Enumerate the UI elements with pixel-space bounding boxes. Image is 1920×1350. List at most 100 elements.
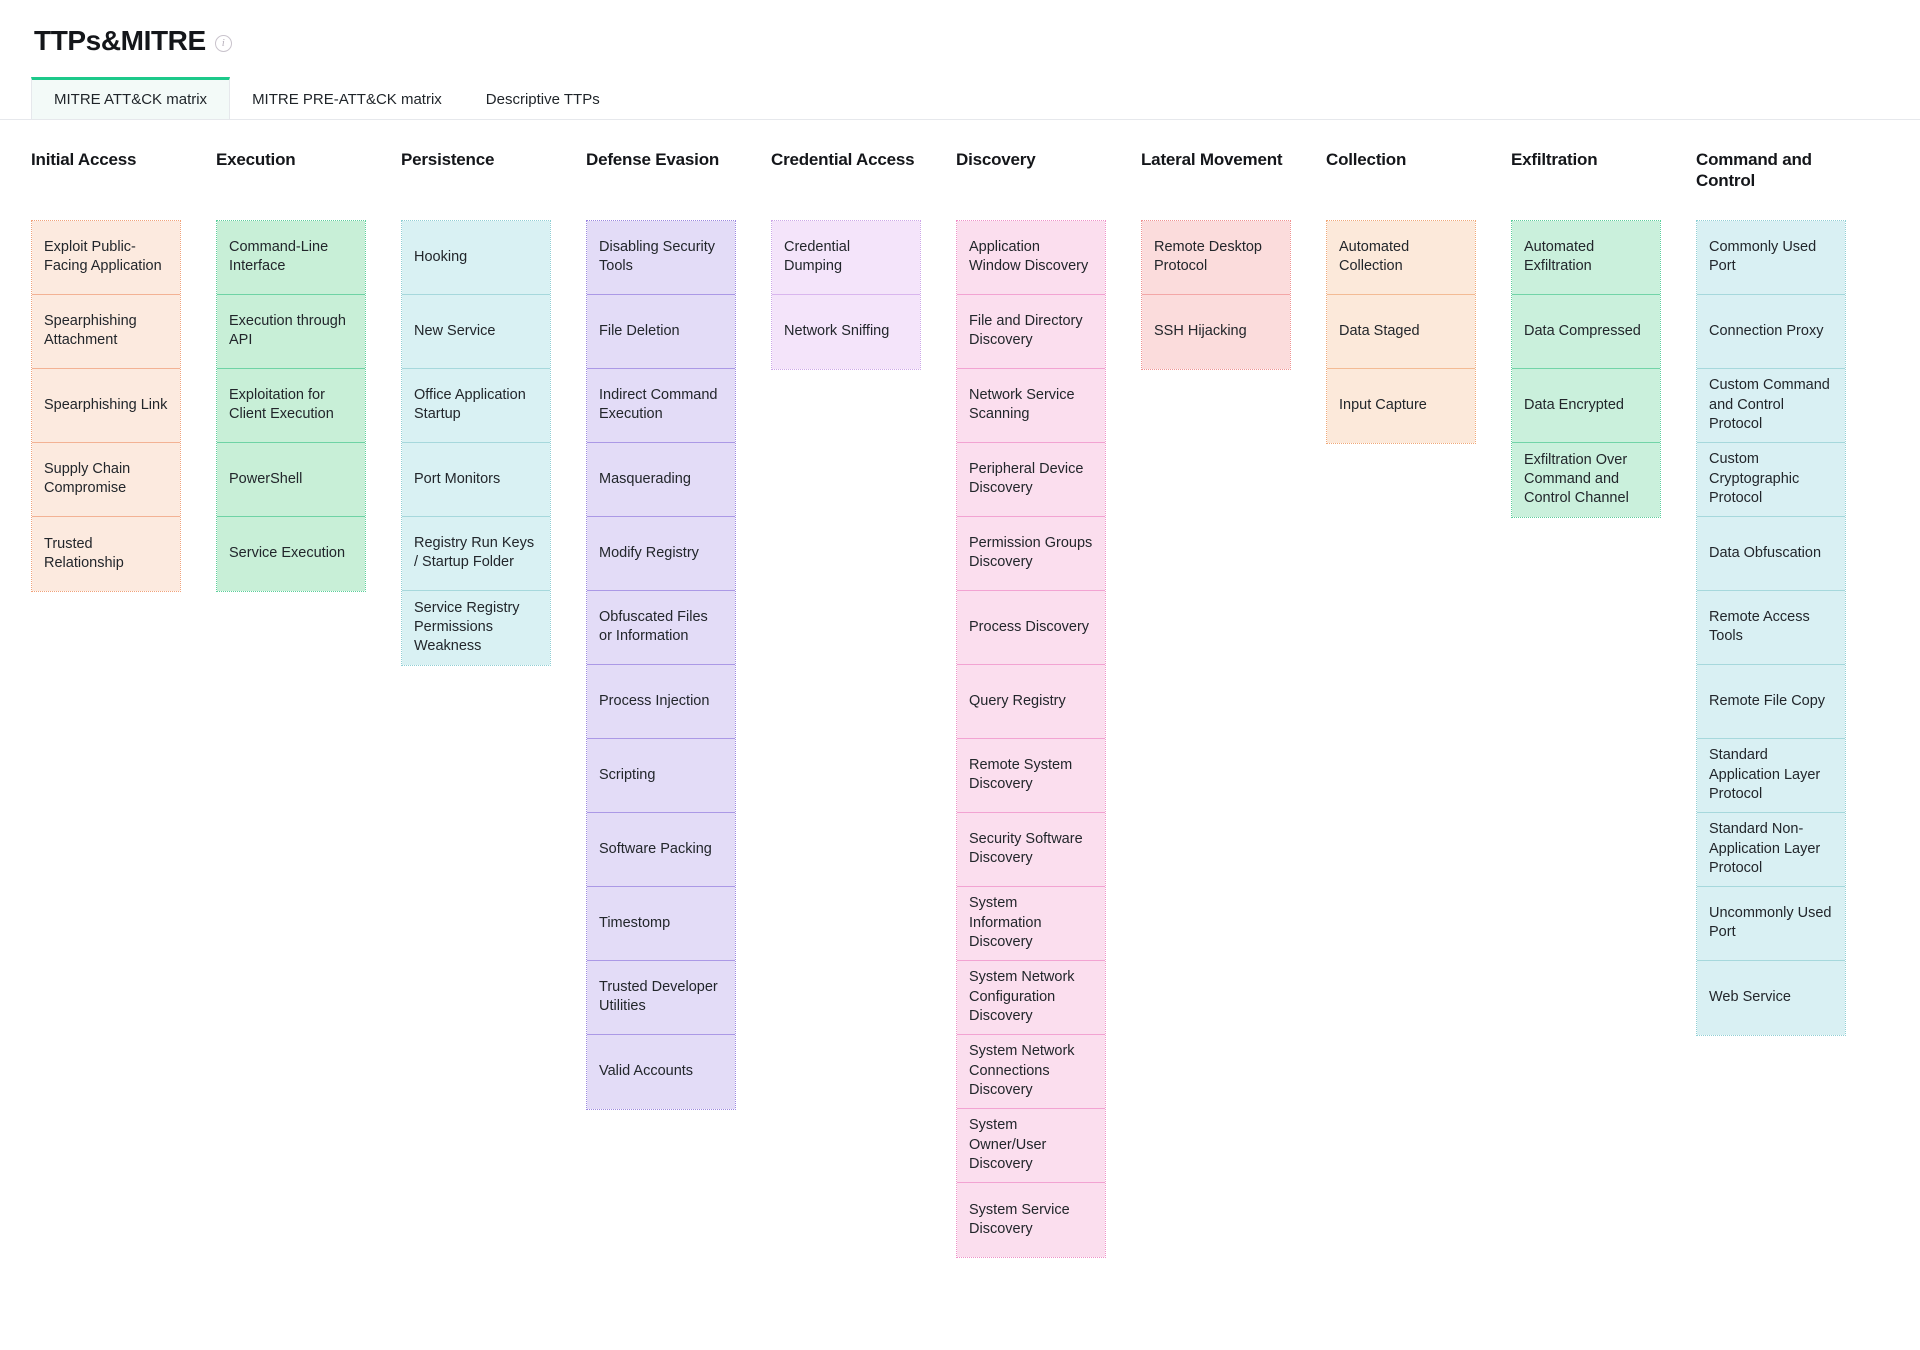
tactic-title-exfiltration: Exfiltration bbox=[1511, 149, 1598, 169]
technique-cell[interactable]: Timestomp bbox=[587, 886, 735, 961]
tab-label: MITRE ATT&CK matrix bbox=[54, 90, 208, 108]
technique-cell[interactable]: Obfuscated Files or Information bbox=[587, 590, 735, 665]
technique-cell[interactable]: Trusted Relationship bbox=[32, 516, 180, 591]
technique-cell[interactable]: Web Service bbox=[1697, 960, 1845, 1035]
technique-list: Automated Collection Data Staged Input Cap… bbox=[1326, 219, 1476, 444]
technique-cell[interactable]: Hooking bbox=[402, 220, 550, 295]
technique-list: Disabling Security Tools File Deletion Ind… bbox=[586, 219, 736, 1110]
technique-cell[interactable]: System Network Configuration Discovery bbox=[957, 960, 1105, 1035]
technique-cell[interactable]: Exploitation for Client Execution bbox=[217, 368, 365, 443]
tactic-column-initial-access: Initial Access Exploit Public-Facing Appl… bbox=[31, 150, 181, 592]
info-circle-icon[interactable]: i bbox=[214, 35, 232, 53]
tactic-column-execution: Execution Command-Line Interface Execution… bbox=[216, 150, 366, 592]
technique-cell[interactable]: Command-Line Interface bbox=[217, 220, 365, 295]
technique-list: Exploit Public-Facing Application Spearph… bbox=[31, 219, 181, 592]
technique-cell[interactable]: Standard Application Layer Protocol bbox=[1697, 738, 1845, 813]
technique-cell[interactable]: Custom Cryptographic Protocol bbox=[1697, 442, 1845, 517]
technique-cell[interactable]: File Deletion bbox=[587, 294, 735, 369]
technique-cell[interactable]: Data Staged bbox=[1327, 294, 1475, 369]
technique-cell[interactable]: Office Application Startup bbox=[402, 368, 550, 443]
page-header: TTPs&MITRE i bbox=[0, 0, 1920, 57]
technique-cell[interactable]: Application Window Discovery bbox=[957, 220, 1105, 295]
technique-cell[interactable]: Registry Run Keys / Startup Folder bbox=[402, 516, 550, 591]
technique-list: Remote Desktop Protocol SSH Hijacking bbox=[1141, 219, 1291, 370]
technique-cell[interactable]: Connection Proxy bbox=[1697, 294, 1845, 369]
technique-cell[interactable]: Modify Registry bbox=[587, 516, 735, 591]
technique-cell[interactable]: Remote Desktop Protocol bbox=[1142, 220, 1290, 295]
technique-cell[interactable]: Process Injection bbox=[587, 664, 735, 739]
tactic-title-initial-access: Initial Access bbox=[31, 149, 137, 169]
technique-cell[interactable]: System Owner/User Discovery bbox=[957, 1108, 1105, 1183]
technique-cell[interactable]: Remote File Copy bbox=[1697, 664, 1845, 739]
technique-cell[interactable]: Input Capture bbox=[1327, 368, 1475, 443]
technique-cell[interactable]: Spearphishing Attachment bbox=[32, 294, 180, 369]
technique-cell[interactable]: Commonly Used Port bbox=[1697, 220, 1845, 295]
technique-cell[interactable]: Disabling Security Tools bbox=[587, 220, 735, 295]
tactic-column-discovery: Discovery Application Window Discovery Fil… bbox=[956, 150, 1106, 1258]
technique-cell[interactable]: New Service bbox=[402, 294, 550, 369]
technique-cell[interactable]: Spearphishing Link bbox=[32, 368, 180, 443]
technique-cell[interactable]: Automated Collection bbox=[1327, 220, 1475, 295]
technique-cell[interactable]: System Service Discovery bbox=[957, 1182, 1105, 1257]
technique-cell[interactable]: Process Discovery bbox=[957, 590, 1105, 665]
technique-cell[interactable]: System Information Discovery bbox=[957, 886, 1105, 961]
page-title: TTPs&MITRE bbox=[34, 25, 206, 56]
technique-cell[interactable]: Data Compressed bbox=[1512, 294, 1660, 369]
tactic-title-command-and-control: Command and Control bbox=[1696, 149, 1812, 190]
technique-cell[interactable]: Uncommonly Used Port bbox=[1697, 886, 1845, 961]
technique-cell[interactable]: System Network Connections Discovery bbox=[957, 1034, 1105, 1109]
technique-cell[interactable]: Peripheral Device Discovery bbox=[957, 442, 1105, 517]
technique-cell[interactable]: Port Monitors bbox=[402, 442, 550, 517]
technique-cell[interactable]: Execution through API bbox=[217, 294, 365, 369]
technique-cell[interactable]: Query Registry bbox=[957, 664, 1105, 739]
technique-cell[interactable]: Exploit Public-Facing Application bbox=[32, 220, 180, 295]
technique-cell[interactable]: Software Packing bbox=[587, 812, 735, 887]
tab-mitre-pre-att-ck-matrix[interactable]: MITRE PRE-ATT&CK matrix bbox=[230, 77, 464, 119]
technique-cell[interactable]: SSH Hijacking bbox=[1142, 294, 1290, 369]
tab-label: MITRE PRE-ATT&CK matrix bbox=[252, 90, 442, 108]
technique-cell[interactable]: Scripting bbox=[587, 738, 735, 813]
tab-mitre-att-ck-matrix[interactable]: MITRE ATT&CK matrix bbox=[31, 76, 231, 119]
technique-list: Application Window Discovery File and Dir… bbox=[956, 219, 1106, 1258]
technique-cell[interactable]: Supply Chain Compromise bbox=[32, 442, 180, 517]
tactic-title-credential-access: Credential Access bbox=[771, 149, 915, 169]
technique-cell[interactable]: Masquerading bbox=[587, 442, 735, 517]
technique-cell[interactable]: Remote Access Tools bbox=[1697, 590, 1845, 665]
technique-cell[interactable]: Automated Exfiltration bbox=[1512, 220, 1660, 295]
technique-list: Command-Line Interface Execution through … bbox=[216, 219, 366, 592]
technique-cell[interactable]: Data Encrypted bbox=[1512, 368, 1660, 443]
technique-cell[interactable]: Network Sniffing bbox=[772, 294, 920, 369]
tactic-column-lateral-movement: Lateral Movement Remote Desktop Protocol S… bbox=[1141, 150, 1291, 370]
tab-label: Descriptive TTPs bbox=[485, 90, 600, 108]
technique-cell[interactable]: File and Directory Discovery bbox=[957, 294, 1105, 369]
tactic-title-execution: Execution bbox=[216, 149, 296, 169]
technique-cell[interactable]: Permission Groups Discovery bbox=[957, 516, 1105, 591]
technique-cell[interactable]: Service Execution bbox=[217, 516, 365, 591]
technique-cell[interactable]: Trusted Developer Utilities bbox=[587, 960, 735, 1035]
tab-bar: MITRE ATT&CK matrix MITRE PRE-ATT&CK matr… bbox=[0, 76, 1920, 120]
technique-cell[interactable]: Credential Dumping bbox=[772, 220, 920, 295]
tactic-column-exfiltration: Exfiltration Automated Exfiltration Data C… bbox=[1511, 150, 1661, 518]
tactic-column-command-and-control: Command and Control Commonly Used Port Con… bbox=[1696, 150, 1846, 1036]
technique-cell[interactable]: Custom Command and Control Protocol bbox=[1697, 368, 1845, 443]
technique-list: Hooking New Service Office Application Sta… bbox=[401, 219, 551, 666]
technique-cell[interactable]: Service Registry Permissions Weakness bbox=[402, 590, 550, 665]
technique-cell[interactable]: Network Service Scanning bbox=[957, 368, 1105, 443]
tactic-column-collection: Collection Automated Collection Data Stage… bbox=[1326, 150, 1476, 444]
technique-cell[interactable]: PowerShell bbox=[217, 442, 365, 517]
mitre-attack-matrix: Initial Access Exploit Public-Facing Appl… bbox=[0, 150, 1920, 1258]
technique-cell[interactable]: Standard Non-Application Layer Protocol bbox=[1697, 812, 1845, 887]
tactic-title-discovery: Discovery bbox=[956, 149, 1036, 169]
technique-cell[interactable]: Data Obfuscation bbox=[1697, 516, 1845, 591]
tactic-column-persistence: Persistence Hooking New Service Office Appl… bbox=[401, 150, 551, 666]
technique-list: Credential Dumping Network Sniffing bbox=[771, 219, 921, 370]
technique-cell[interactable]: Valid Accounts bbox=[587, 1034, 735, 1109]
technique-cell[interactable]: Indirect Command Execution bbox=[587, 368, 735, 443]
technique-list: Automated Exfiltration Data Compressed Dat… bbox=[1511, 219, 1661, 518]
technique-cell[interactable]: Exfiltration Over Command and Control Ch… bbox=[1512, 442, 1660, 517]
tactic-title-defense-evasion: Defense Evasion bbox=[586, 149, 720, 169]
tab-descriptive-ttps[interactable]: Descriptive TTPs bbox=[464, 77, 622, 119]
tactic-title-persistence: Persistence bbox=[401, 149, 495, 169]
technique-cell[interactable]: Remote System Discovery bbox=[957, 738, 1105, 813]
technique-cell[interactable]: Security Software Discovery bbox=[957, 812, 1105, 887]
